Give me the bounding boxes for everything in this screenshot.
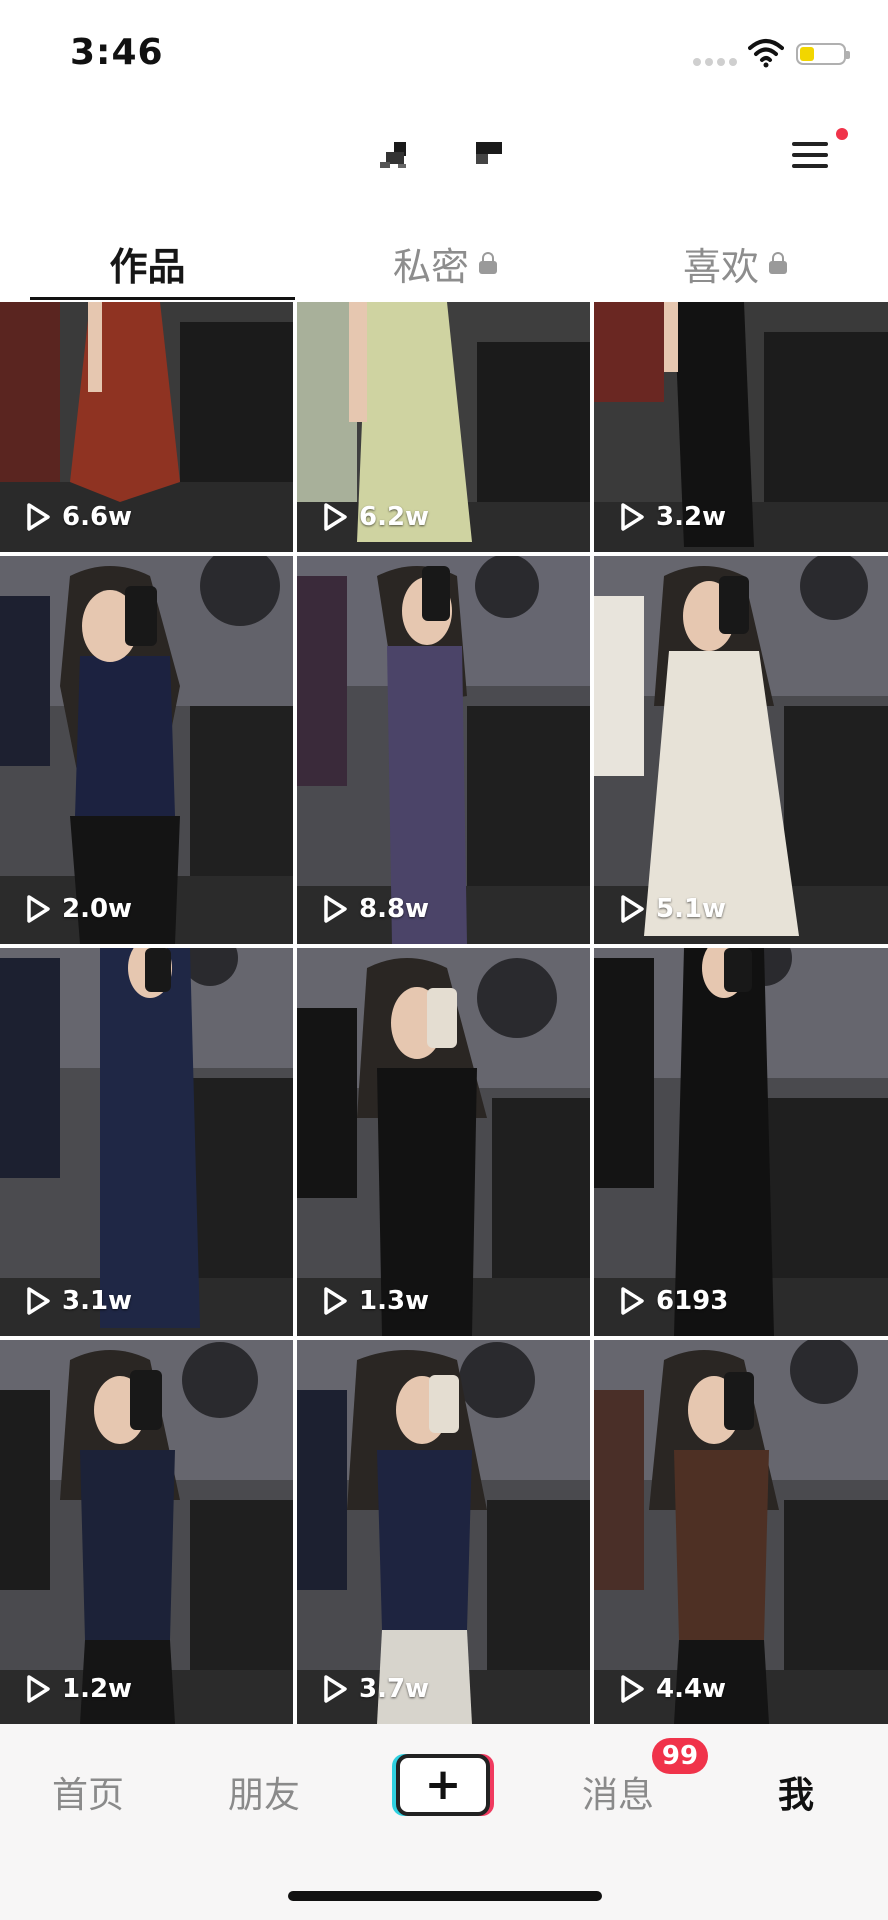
nav-friends[interactable]: 朋友 [228,1766,300,1818]
play-icon [27,1675,50,1703]
view-count: 5.1w [618,894,726,924]
view-count-text: 6.2w [359,502,430,532]
view-count-text: 6.6w [62,502,133,532]
video-grid: 6.6w 6.2w 3.2w 2.0w 8.8w 5.1w 3.1w 1.3w … [0,302,888,1724]
wifi-icon [748,39,784,68]
messages-badge: 99 [652,1738,708,1774]
view-count-text: 6193 [656,1286,729,1316]
video-preview-image [297,556,590,944]
play-icon [27,503,50,531]
nav-me[interactable]: 我 [778,1766,814,1818]
video-thumbnail[interactable]: 3.1w [0,948,293,1336]
video-thumbnail[interactable]: 3.7w [297,1340,590,1724]
video-thumbnail[interactable]: 1.2w [0,1340,293,1724]
view-count: 6.6w [24,502,132,532]
view-count: 4.4w [618,1674,726,1704]
video-preview-image [594,948,888,1336]
status-time: 3:46 [70,32,164,73]
tab-private[interactable]: 私密 [330,226,560,300]
view-count: 3.2w [618,502,726,532]
video-thumbnail[interactable]: 4.4w [594,1340,888,1724]
video-preview-image [594,1340,888,1724]
view-count-text: 5.1w [656,894,727,924]
tab-label: 私密 [392,244,469,289]
profile-username-obscured [380,138,510,178]
plus-icon: + [424,1759,462,1810]
video-preview-image [0,1340,293,1724]
view-count-text: 3.7w [359,1674,430,1704]
video-thumbnail[interactable]: 2.0w [0,556,293,944]
view-count: 3.1w [24,1286,132,1316]
tab-label: 作品 [109,244,186,289]
play-icon [621,503,644,531]
video-thumbnail[interactable]: 6.2w [297,302,590,552]
menu-icon[interactable] [792,138,832,172]
view-count: 2.0w [24,894,132,924]
video-thumbnail[interactable]: 5.1w [594,556,888,944]
profile-tabs: 作品 私密 喜欢 [0,226,888,300]
video-preview-image [0,948,293,1336]
view-count-text: 4.4w [656,1674,727,1704]
video-preview-image [297,1340,590,1724]
video-thumbnail[interactable]: 1.3w [297,948,590,1336]
view-count-text: 2.0w [62,894,133,924]
lock-icon [479,252,497,274]
tab-works[interactable]: 作品 [30,226,265,300]
view-count-text: 1.3w [359,1286,430,1316]
view-count-text: 3.2w [656,502,727,532]
play-icon [324,503,347,531]
view-count-text: 8.8w [359,894,430,924]
view-count: 1.3w [321,1286,429,1316]
lock-icon [769,252,787,274]
status-bar: 3:46 [0,0,888,100]
video-thumbnail[interactable]: 3.2w [594,302,888,552]
nav-home[interactable]: 首页 [52,1766,124,1818]
home-indicator [288,1891,602,1901]
cellular-signal-icon [693,58,737,68]
create-button[interactable]: + [396,1754,490,1816]
play-icon [324,1675,347,1703]
video-thumbnail[interactable]: 6.6w [0,302,293,552]
play-icon [621,1675,644,1703]
video-preview-image [0,556,293,944]
play-icon [27,1287,50,1315]
play-icon [27,895,50,923]
play-icon [621,895,644,923]
notification-dot [836,128,848,140]
tab-label: 喜欢 [682,244,759,289]
view-count: 8.8w [321,894,429,924]
video-thumbnail[interactable]: 6193 [594,948,888,1336]
tab-liked[interactable]: 喜欢 [620,226,850,300]
battery-icon [796,43,850,65]
video-preview-image [297,948,590,1336]
view-count: 6.2w [321,502,429,532]
play-icon [324,1287,347,1315]
active-tab-underline [30,297,295,300]
play-icon [621,1287,644,1315]
view-count: 3.7w [321,1674,429,1704]
play-icon [324,895,347,923]
view-count: 6193 [618,1286,728,1316]
video-thumbnail[interactable]: 8.8w [297,556,590,944]
view-count: 1.2w [24,1674,132,1704]
view-count-text: 1.2w [62,1674,133,1704]
view-count-text: 3.1w [62,1286,133,1316]
video-preview-image [594,556,888,944]
nav-messages[interactable]: 消息 [582,1766,654,1818]
